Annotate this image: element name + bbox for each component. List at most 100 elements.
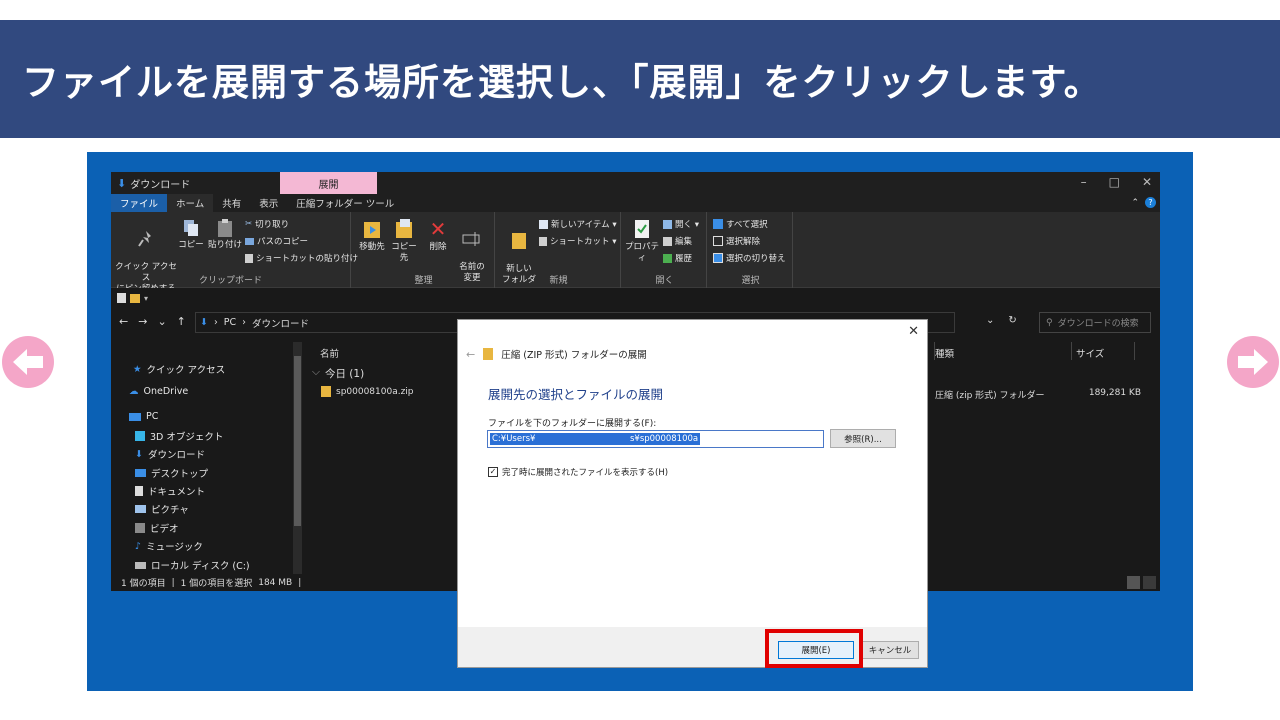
forward-button[interactable]: → (138, 315, 147, 328)
breadcrumb-downloads[interactable]: ダウンロード (252, 316, 309, 330)
music-icon: ♪ (135, 540, 142, 552)
properties-button[interactable]: プロパティ (623, 218, 661, 264)
context-tab-extract[interactable]: 展開 (280, 172, 377, 194)
window-title: ダウンロード (130, 180, 191, 191)
ribbon: クイック アクセス にピン留めする コピー 貼り付け ✂切り取り パスのコピー … (111, 212, 1160, 296)
collapse-ribbon-icon[interactable]: ⌃ (1131, 198, 1139, 208)
open-icon (663, 219, 672, 229)
copy-to-button[interactable]: コピー先 (389, 218, 419, 264)
select-all-button[interactable]: すべて選択 (713, 218, 768, 230)
desktop-icon (135, 469, 146, 477)
column-header-type[interactable]: 種類 (935, 346, 954, 360)
chevron-down-icon: ⌵ (312, 366, 320, 378)
copy-path-button[interactable]: パスのコピー (245, 235, 308, 247)
details-view-button[interactable] (1127, 576, 1140, 589)
tab-share[interactable]: 共有 (213, 194, 250, 212)
destination-path-input[interactable]: C:¥Users¥ s¥sp00008100a (487, 430, 824, 448)
dialog-close-button[interactable]: ✕ (908, 324, 919, 339)
paste-button[interactable]: 貼り付け (207, 218, 243, 251)
nav-item-quick-access[interactable]: ★ クイック アクセス (133, 362, 225, 377)
next-slide-button[interactable] (1227, 336, 1279, 388)
up-button[interactable]: ↑ (177, 315, 186, 328)
group-select: すべて選択 選択解除 選択の切り替え 選択 (709, 212, 793, 288)
group-organize: 移動先 コピー先 ✕ 削除 名前の 変更 整理 (353, 212, 495, 288)
copy-folder-icon (396, 219, 412, 238)
close-button[interactable]: ✕ (1142, 175, 1152, 189)
open-button[interactable]: 開く ▾ (663, 218, 699, 230)
nav-scrollbar[interactable] (293, 342, 302, 574)
cut-button[interactable]: ✂ 切り取り (245, 218, 289, 230)
move-to-button[interactable]: 移動先 (357, 218, 387, 253)
column-header-name[interactable]: 名前 (320, 346, 339, 360)
tab-compressed-tools[interactable]: 圧縮フォルダー ツール (287, 194, 403, 212)
column-header-size[interactable]: サイズ (1076, 346, 1104, 360)
dialog-back-button[interactable]: ← (466, 348, 475, 361)
disk-icon (135, 561, 146, 569)
help-icon[interactable]: ? (1145, 197, 1156, 208)
extract-button-highlight (765, 629, 863, 668)
edit-icon (663, 236, 672, 246)
download-icon: ⬇ (117, 177, 127, 190)
title-bar: ⬇ ダウンロード 展開 – □ ✕ (111, 172, 1160, 194)
browse-button[interactable]: 参照(R)... (830, 429, 896, 448)
file-row-name[interactable]: sp00008100a.zip (321, 386, 414, 397)
pin-icon (138, 231, 151, 247)
nav-item-desktop[interactable]: デスクトップ (135, 466, 208, 480)
arrow-left-icon (13, 349, 43, 375)
file-row-size: 189,281 KB (1088, 388, 1141, 398)
properties-small-icon[interactable] (117, 293, 126, 303)
quick-access-toolbar: ▾ (111, 288, 1160, 308)
shortcut-icon (245, 253, 253, 263)
edit-button[interactable]: 編集 (663, 235, 692, 247)
nav-item-pc[interactable]: PC (129, 411, 158, 422)
easy-access-button[interactable]: ショートカット ▾ (539, 235, 616, 247)
previous-slide-button[interactable] (2, 336, 54, 388)
search-icon: ⚲ (1046, 317, 1053, 328)
nav-item-onedrive[interactable]: ☁ OneDrive (129, 386, 188, 397)
rename-icon (462, 232, 480, 246)
copy-button[interactable]: コピー (177, 218, 205, 251)
tab-home[interactable]: ホーム (167, 194, 214, 212)
invert-selection-icon (713, 253, 723, 263)
group-label-clipboard: クリップボード (198, 276, 262, 286)
ribbon-tabs: ファイル ホーム 共有 表示 圧縮フォルダー ツール ⌃ ? (111, 194, 1160, 212)
tab-file[interactable]: ファイル (111, 194, 168, 212)
minimize-button[interactable]: – (1081, 175, 1087, 189)
picture-icon (135, 505, 146, 513)
zip-folder-icon (483, 348, 494, 360)
nav-item-music[interactable]: ♪ ミュージック (135, 539, 203, 554)
group-header-today[interactable]: ⌵ 今日 (1) (312, 366, 364, 381)
easy-access-icon (539, 236, 547, 246)
nav-item-videos[interactable]: ビデオ (135, 521, 179, 535)
new-item-button[interactable]: 新しいアイテム ▾ (539, 218, 617, 230)
maximize-button[interactable]: □ (1109, 175, 1120, 189)
select-none-button[interactable]: 選択解除 (713, 235, 760, 247)
show-files-checkbox[interactable]: ✓ 完了時に展開されたファイルを表示する(H) (488, 466, 668, 478)
history-button[interactable]: 履歴 (663, 252, 692, 264)
destination-label: ファイルを下のフォルダーに展開する(F): (488, 419, 657, 429)
customize-qat-icon[interactable]: ▾ (144, 294, 148, 303)
tab-view[interactable]: 表示 (250, 194, 287, 212)
new-folder-icon (512, 233, 526, 249)
back-button[interactable]: ← (119, 315, 128, 328)
paste-shortcut-button[interactable]: ショートカットの貼り付け (245, 252, 358, 264)
arrow-right-icon (1238, 349, 1268, 375)
nav-item-3d-objects[interactable]: 3D オブジェクト (135, 429, 223, 443)
refresh-button[interactable]: ↻ (1008, 315, 1016, 326)
breadcrumb-pc[interactable]: PC (224, 317, 236, 328)
nav-item-documents[interactable]: ドキュメント (135, 484, 205, 498)
address-dropdown-button[interactable]: ⌄ (986, 315, 994, 326)
large-icons-view-button[interactable] (1143, 576, 1156, 589)
nav-item-downloads[interactable]: ⬇ ダウンロード (135, 447, 205, 462)
folder-small-icon[interactable] (130, 293, 140, 303)
nav-item-local-disk[interactable]: ローカル ディスク (C:) (135, 558, 250, 572)
status-size: 184 MB (258, 577, 293, 588)
delete-button[interactable]: ✕ 削除 (425, 218, 451, 253)
cancel-button[interactable]: キャンセル (861, 641, 919, 659)
invert-selection-button[interactable]: 選択の切り替え (713, 252, 786, 264)
search-input[interactable]: ⚲ ダウンロードの検索 (1039, 312, 1151, 333)
recent-locations-button[interactable]: ⌄ (157, 315, 166, 328)
nav-item-pictures[interactable]: ピクチャ (135, 502, 189, 516)
pc-icon (129, 412, 141, 421)
download-location-icon: ⬇ (200, 317, 208, 328)
